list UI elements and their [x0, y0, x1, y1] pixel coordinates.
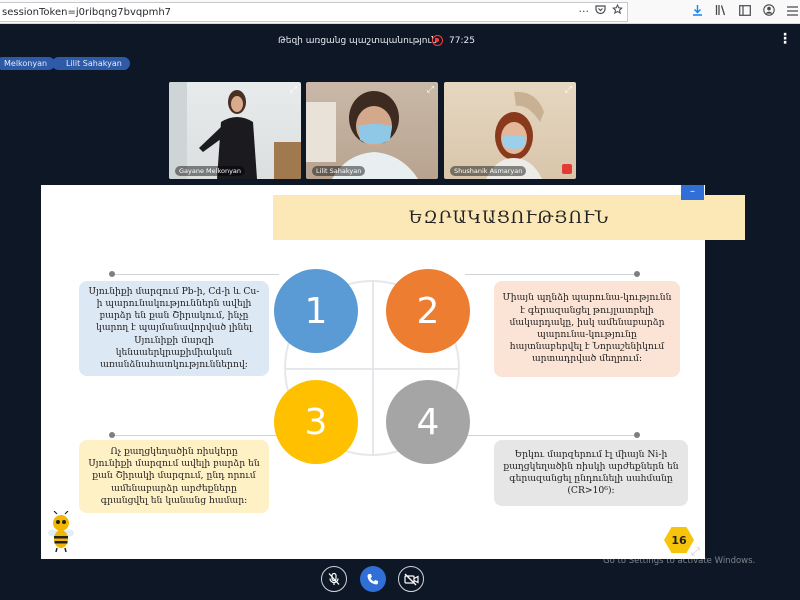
activation-watermark-sub: Go to Settings to activate Windows. [603, 556, 756, 566]
expand-icon[interactable]: ⤢ [565, 85, 572, 95]
diagram-divider [284, 368, 460, 370]
mute-mic-button[interactable] [321, 566, 347, 592]
download-icon[interactable] [692, 4, 703, 19]
connector-dot [109, 432, 115, 438]
url-text: sessionToken=j0ribqng7bvqpmh7 [2, 6, 172, 18]
participant-video [486, 91, 572, 179]
page-actions-more-icon[interactable]: ··· [579, 5, 590, 18]
video-tile[interactable]: ⤢ Lilit Sahakyan [306, 82, 438, 179]
phone-icon [367, 574, 378, 585]
expand-icon[interactable]: ⤢ [290, 85, 297, 95]
conclusion-text-2: Միայն պղնձի պարունա-կությունն է գերազանց… [494, 281, 680, 377]
meeting-header: Թեզի առցանց պաշտպանություն 77:25 ⋮ [0, 24, 800, 58]
pocket-icon[interactable] [595, 4, 606, 18]
conclusion-text-3: Ոչ քաղցկեղածին ռիսկերը Սյունիքի մարզում … [79, 440, 269, 513]
connector-dot [634, 432, 640, 438]
conclusion-text-4: Երկու մարզերում էլ միայն Ni-ի քաղցկեղածի… [494, 440, 688, 506]
connector-line [465, 274, 637, 275]
bee-icon [48, 511, 74, 553]
tile-name: Shushanik Asmaryan [450, 166, 527, 176]
video-tile[interactable]: ⤢ Shushanik Asmaryan [444, 82, 576, 179]
address-bar[interactable]: sessionToken=j0ribqng7bvqpmh7 ··· [0, 2, 628, 22]
more-options-icon[interactable]: ⋮ [778, 32, 792, 46]
recording-timer: 77:25 [449, 36, 475, 46]
number-circle-4: 4 [386, 380, 470, 464]
expand-icon[interactable]: ⤢ [427, 85, 434, 95]
star-icon[interactable] [611, 3, 624, 18]
account-icon[interactable] [763, 4, 775, 19]
number-circle-1: 1 [274, 269, 358, 353]
camera-off-icon [403, 573, 419, 585]
number-circle-2: 2 [386, 269, 470, 353]
shared-presentation: ԵԶՐԱԿԱՑՈՒԹՅՈՒՆ 1 2 3 4 Սյունիքի մարզում … [41, 185, 745, 559]
participant-video [169, 82, 301, 179]
participant-chip[interactable]: Melkonyan [0, 57, 56, 70]
participant-video [306, 91, 418, 179]
connector-line [465, 435, 637, 436]
leave-call-button[interactable] [360, 566, 386, 592]
connector-dot [634, 271, 640, 277]
tile-name: Gayane Melkonyan [175, 166, 246, 176]
slide-title: ԵԶՐԱԿԱՑՈՒԹՅՈՒՆ [408, 207, 610, 228]
page-number-badge: 16 [664, 527, 694, 553]
minimize-presentation-button[interactable]: – [681, 185, 704, 200]
conclusion-text-1: Սյունիքի մարզում Pb-ի, Cd-ի և Cu-ի պարու… [79, 281, 269, 376]
activation-watermark: Activate Wi [603, 541, 666, 554]
video-tile[interactable]: ⤢ Gayane Melkonyan [169, 82, 301, 179]
participant-chip[interactable]: Lilit Sahakyan [52, 57, 130, 70]
connector-line [113, 274, 279, 275]
url-actions: ··· [579, 3, 624, 18]
slide-title-box: ԵԶՐԱԿԱՑՈՒԹՅՈՒՆ [273, 195, 745, 240]
camera-toggle-button[interactable] [398, 566, 424, 592]
recording-icon [432, 35, 443, 46]
library-icon[interactable] [715, 4, 727, 19]
menu-icon[interactable] [787, 5, 798, 19]
tile-name: Lilit Sahakyan [312, 166, 366, 176]
fullscreen-icon[interactable]: ⤢ [691, 545, 700, 559]
connector-line [113, 435, 279, 436]
mic-off-icon [328, 572, 340, 585]
browser-toolbar: sessionToken=j0ribqng7bvqpmh7 ··· [0, 0, 800, 24]
number-circle-3: 3 [274, 380, 358, 464]
connector-dot [109, 271, 115, 277]
meeting-title: Թեզի առցանց պաշտպանություն [278, 36, 438, 46]
browser-toolbar-right [692, 4, 798, 19]
sidebar-icon[interactable] [739, 4, 751, 19]
